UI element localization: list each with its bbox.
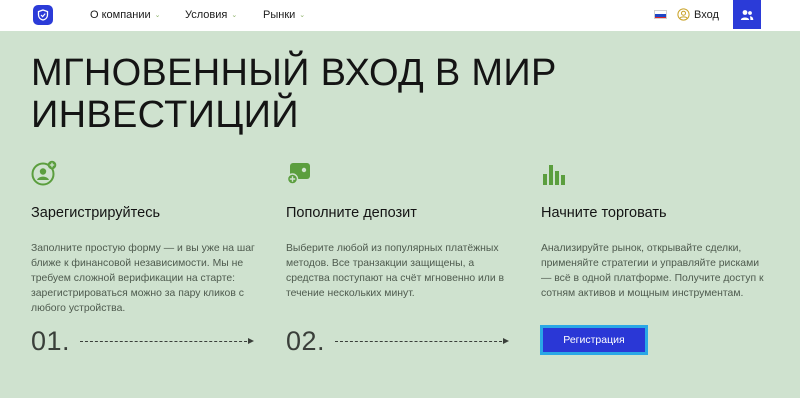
- page-title-line-2: ИНВЕСТИЦИЙ: [31, 94, 299, 136]
- step-number: 01.: [31, 326, 71, 356]
- page-title: МГНОВЕННЫЙ ВХОД В МИР ИНВЕСТИЦИЙ: [31, 52, 591, 136]
- step-register: Зарегистрируйтесь Заполните простую форм…: [31, 160, 261, 316]
- nav-about-label: О компании: [90, 9, 151, 21]
- page-title-line-1: МГНОВЕННЫЙ ВХОД В МИР: [31, 52, 557, 94]
- register-button[interactable]: Регистрация: [540, 325, 648, 355]
- login-link[interactable]: Вход: [677, 8, 719, 21]
- dashed-arrow-icon: [335, 337, 510, 344]
- users-icon: [740, 9, 754, 20]
- login-label: Вход: [694, 8, 719, 21]
- user-add-icon: [31, 160, 57, 186]
- step-register-text: Заполните простую форму — и вы уже на ша…: [31, 243, 255, 314]
- step-deposit-title: Пополните депозит: [286, 205, 417, 221]
- step-indicator-1: 01.: [31, 326, 255, 357]
- top-header: О компании ⌄ Условия ⌄ Рынки ⌄ Вход: [0, 0, 800, 31]
- dashed-arrow-icon: [80, 337, 255, 344]
- chevron-down-icon: ⌄: [231, 11, 238, 19]
- step-register-title: Зарегистрируйтесь: [31, 205, 160, 221]
- user-circle-icon: [677, 8, 690, 21]
- bar-chart-icon: [543, 165, 565, 185]
- step-trade: Начните торговать Анализируйте рынок, от…: [541, 160, 771, 301]
- nav-about[interactable]: О компании ⌄: [90, 9, 161, 21]
- wallet-plus-icon: [286, 163, 310, 185]
- step-trade-text: Анализируйте рынок, открывайте сделки, п…: [541, 243, 764, 299]
- chevron-down-icon: ⌄: [299, 11, 306, 19]
- chevron-down-icon: ⌄: [154, 11, 161, 19]
- step-indicator-2: 02.: [286, 326, 510, 357]
- step-number: 02.: [286, 326, 326, 356]
- shield-logo-icon[interactable]: [33, 5, 53, 25]
- step-deposit-text: Выберите любой из популярных платёжных м…: [286, 243, 505, 299]
- russia-flag-icon[interactable]: [654, 10, 667, 19]
- step-trade-title: Начните торговать: [541, 205, 667, 221]
- nav-conditions[interactable]: Условия ⌄: [185, 9, 237, 21]
- nav-conditions-label: Условия: [185, 9, 228, 21]
- step-deposit: Пополните депозит Выберите любой из попу…: [286, 160, 516, 301]
- nav-markets-label: Рынки: [263, 9, 296, 21]
- nav-markets[interactable]: Рынки ⌄: [263, 9, 305, 21]
- users-button[interactable]: [733, 0, 761, 29]
